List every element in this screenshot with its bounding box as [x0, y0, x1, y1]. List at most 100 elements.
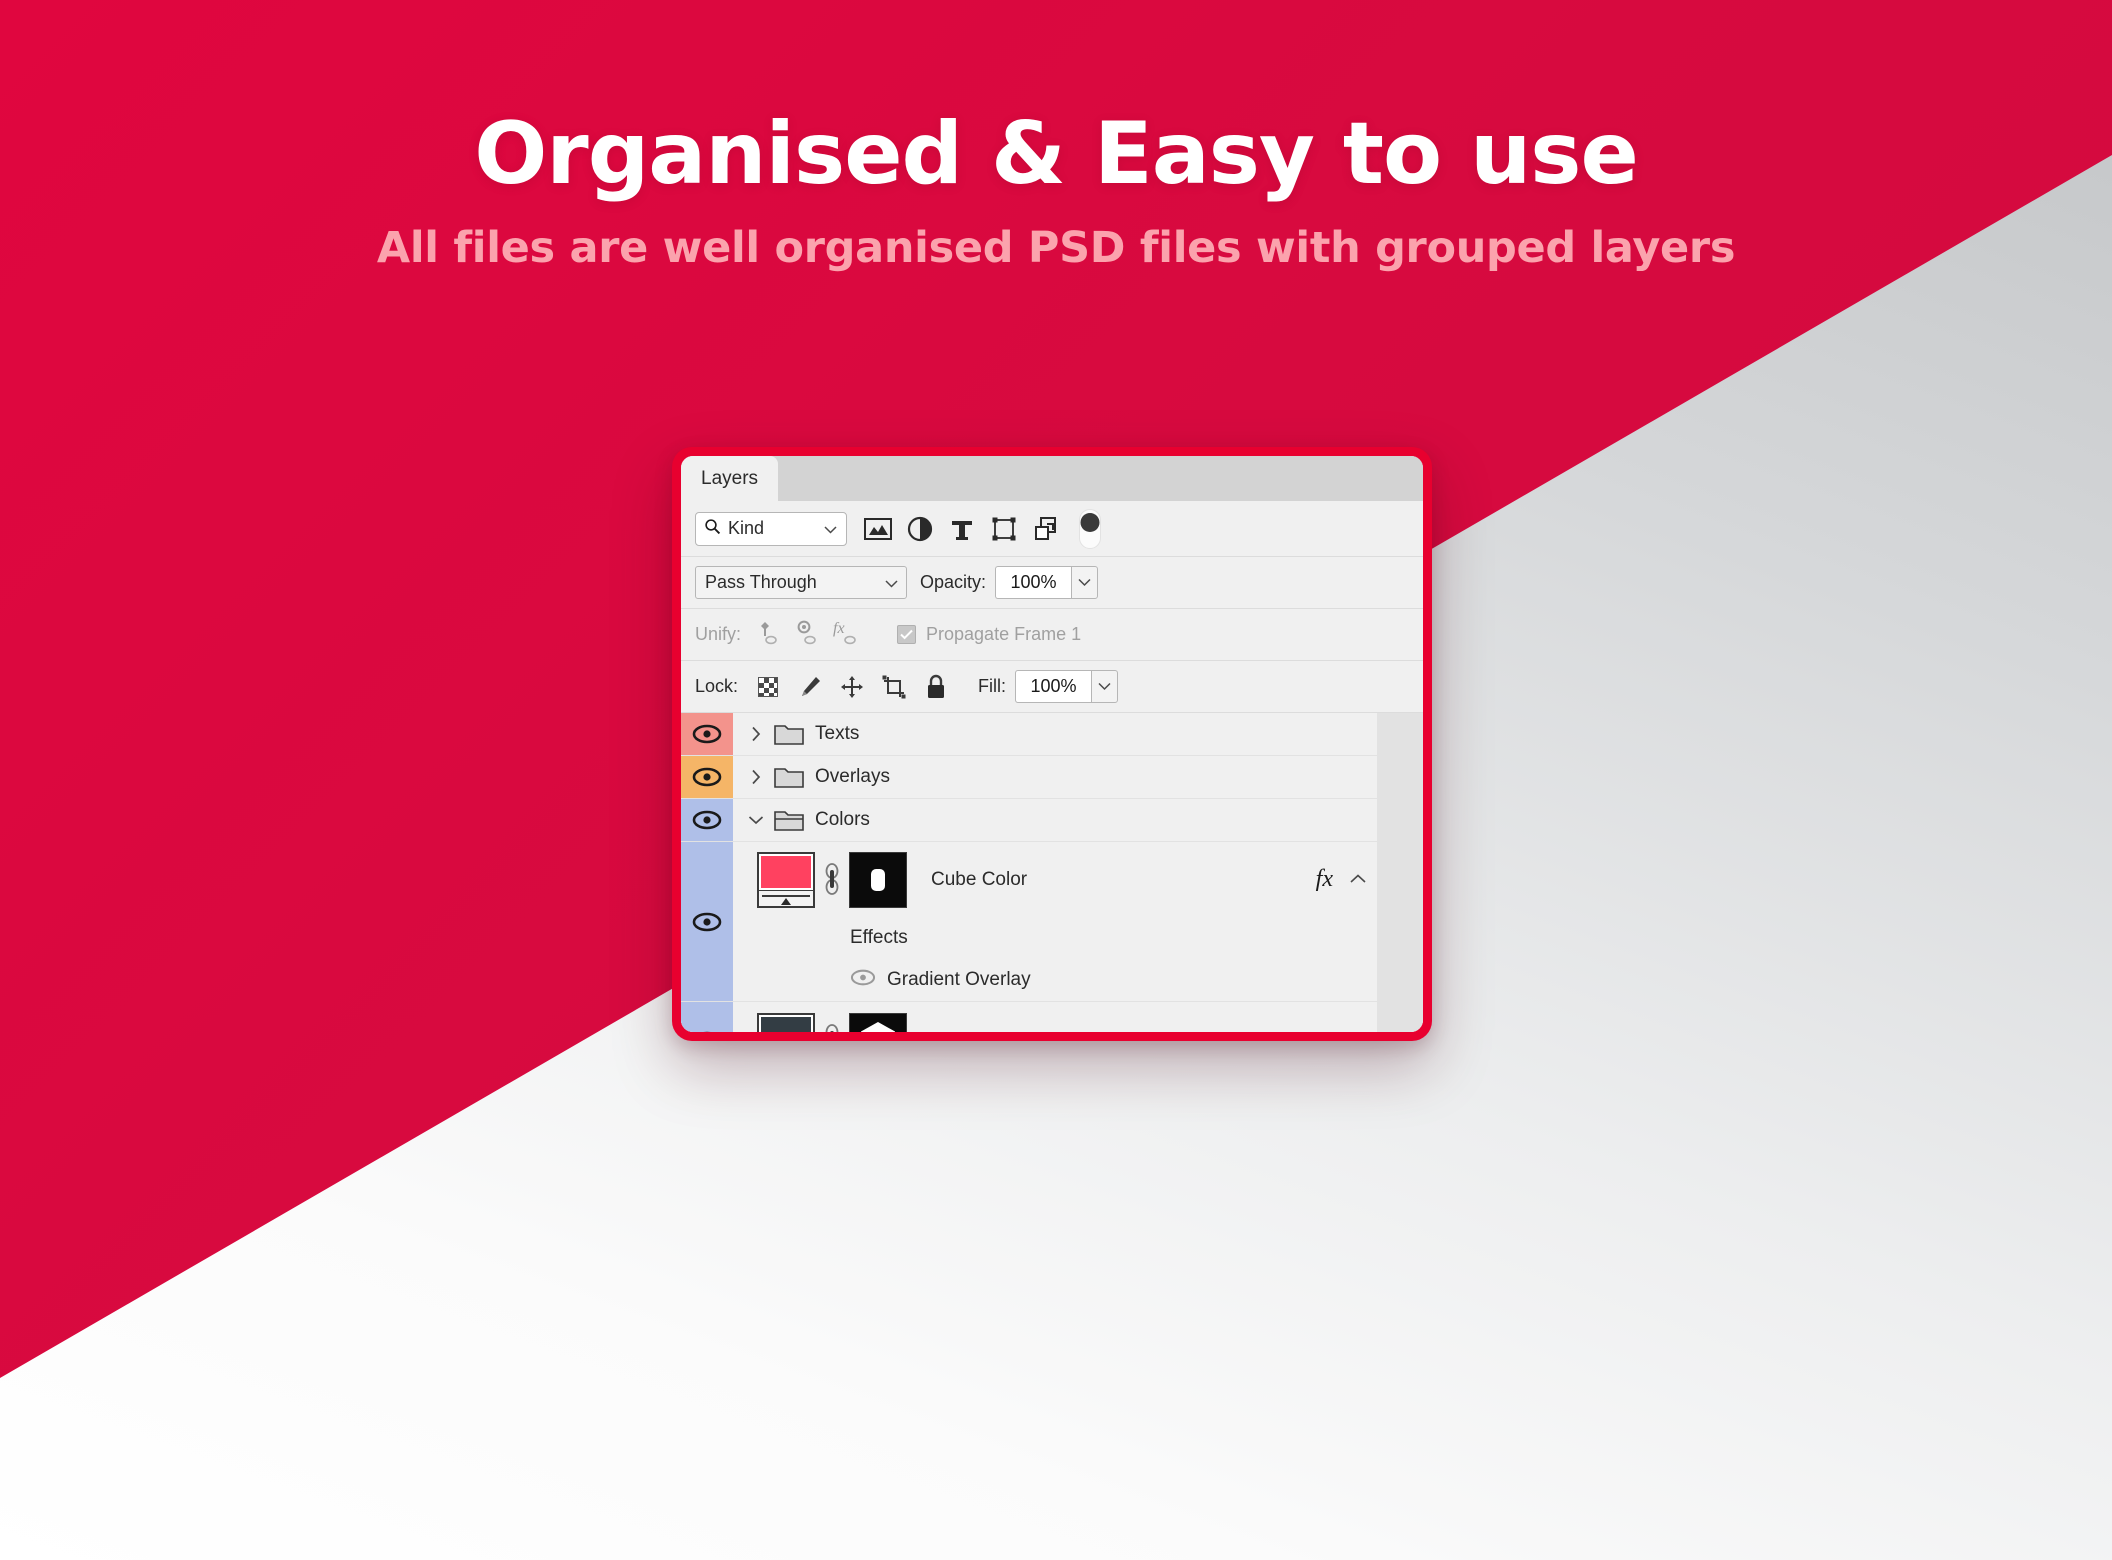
layers-panel: Layers Kind Pass Through Opacity: 100% U…: [672, 447, 1432, 1041]
fill-input[interactable]: 100%: [1015, 670, 1092, 703]
fill-layer-thumbnail[interactable]: [757, 851, 815, 908]
toggle-knob: [1080, 512, 1100, 532]
unify-visibility-icon[interactable]: [791, 620, 823, 650]
layer-filter-row: Kind: [681, 501, 1423, 557]
eye-icon: [692, 810, 722, 830]
unify-row: Unify: fx Propagate Frame 1: [681, 609, 1423, 661]
layer-name: Overlays: [815, 766, 890, 787]
layer-row-overlays[interactable]: Overlays: [681, 756, 1377, 799]
unify-label: Unify:: [695, 624, 742, 644]
layer-color-eye-cell[interactable]: [681, 756, 733, 798]
fill-layer-thumbnail[interactable]: [757, 1013, 815, 1032]
layers-list-area: Texts Overlays Colors Cube Color fx Effe…: [681, 713, 1423, 1032]
chevron-up-icon[interactable]: [1349, 871, 1367, 889]
layers-scrollbar[interactable]: [1377, 713, 1423, 1032]
lock-transparent-pixels-icon[interactable]: [754, 673, 782, 701]
layers-panel-inner: Layers Kind Pass Through Opacity: 100% U…: [681, 456, 1423, 1032]
layer-row-body[interactable]: Cube Color fx: [733, 842, 1377, 917]
fill-stepper[interactable]: [1091, 670, 1119, 703]
eye-icon: [692, 912, 722, 931]
chevron-down-icon: [885, 572, 898, 593]
layer-color-eye-cell[interactable]: [681, 799, 733, 841]
tab-layers[interactable]: Layers: [681, 456, 779, 501]
blend-mode-value: Pass Through: [705, 572, 817, 592]
layer-mask-thumbnail[interactable]: [849, 1013, 907, 1032]
mask-shape: [871, 868, 885, 891]
fx-badge-icon[interactable]: fx: [1316, 866, 1333, 893]
layer-row-cube-color[interactable]: Cube Color fx: [733, 842, 1377, 917]
layer-thumbnails: [757, 1013, 907, 1032]
chevron-down-icon[interactable]: [743, 815, 769, 825]
lock-label: Lock:: [695, 676, 739, 696]
layer-block-body: Cube Color fx Effects Gradient Overlay: [733, 842, 1377, 1001]
layer-thumbnails: [757, 851, 907, 908]
layer-row-backcolor[interactable]: BackColor: [681, 1002, 1377, 1032]
type-layer-filter-icon[interactable]: [941, 511, 983, 547]
unify-style-icon[interactable]: fx: [831, 620, 863, 650]
lock-all-icon[interactable]: [922, 673, 950, 701]
layer-row-colors[interactable]: Colors: [681, 799, 1377, 842]
unify-buttons: fx: [751, 620, 863, 650]
fill-label: Fill:: [978, 676, 1007, 696]
filter-type-buttons: [857, 511, 1067, 547]
layer-name: BackColor: [931, 1030, 1019, 1032]
mask-shape: [861, 1022, 895, 1032]
layer-name: Colors: [815, 809, 870, 830]
layer-color-eye-cell[interactable]: [681, 842, 733, 1001]
layer-color-eye-cell[interactable]: [681, 713, 733, 755]
layer-row-body[interactable]: Colors: [733, 799, 1377, 841]
tabbar-empty-area: [778, 456, 1423, 501]
blend-mode-select[interactable]: Pass Through: [695, 566, 907, 599]
layer-row-body[interactable]: BackColor: [733, 1002, 1377, 1032]
search-icon: [704, 518, 721, 540]
opacity-value: 100%: [1010, 572, 1057, 592]
page-subtitle: All files are well organised PSD files w…: [376, 222, 1736, 273]
layer-row-body[interactable]: Overlays: [733, 756, 1377, 798]
eye-icon: [703, 1031, 711, 1032]
chevron-right-icon[interactable]: [743, 769, 769, 785]
adjustment-layer-filter-icon[interactable]: [899, 511, 941, 547]
gradient-slider-strip: [759, 889, 813, 906]
layer-row-body[interactable]: Texts: [733, 713, 1377, 755]
shape-layer-filter-icon[interactable]: [983, 511, 1025, 547]
propagate-label: Propagate Frame 1: [926, 624, 1082, 644]
eye-icon: [692, 767, 722, 787]
hero-text-block: Organised & Easy to use All files are we…: [0, 108, 2112, 273]
svg-text:fx: fx: [833, 620, 845, 637]
smart-object-filter-icon[interactable]: [1025, 511, 1067, 547]
layer-row-texts[interactable]: Texts: [681, 713, 1377, 756]
lock-image-pixels-icon[interactable]: [796, 673, 824, 701]
unify-position-icon[interactable]: [751, 620, 783, 650]
layers-list: Texts Overlays Colors Cube Color fx Effe…: [681, 713, 1377, 1032]
lock-buttons: [754, 673, 950, 701]
panel-tabbar: Layers: [681, 456, 1423, 501]
lock-position-icon[interactable]: [838, 673, 866, 701]
pixel-layer-filter-icon[interactable]: [857, 511, 899, 547]
fill-value: 100%: [1030, 676, 1077, 696]
lock-artboard-icon[interactable]: [880, 673, 908, 701]
tab-layers-label: Layers: [701, 467, 759, 489]
opacity-input[interactable]: 100%: [995, 566, 1072, 599]
eye-icon[interactable]: [850, 969, 876, 991]
layer-color-eye-cell[interactable]: [681, 1002, 733, 1032]
effect-row-gradient-overlay[interactable]: Gradient Overlay: [733, 959, 1377, 1001]
layer-name: Cube Color: [931, 868, 1028, 890]
chevron-right-icon[interactable]: [743, 726, 769, 742]
filter-enable-toggle[interactable]: [1079, 508, 1101, 549]
blend-mode-row: Pass Through Opacity: 100%: [681, 557, 1423, 609]
propagate-checkbox[interactable]: [897, 625, 917, 644]
opacity-stepper[interactable]: [1071, 566, 1099, 599]
chevron-down-icon: [824, 518, 837, 539]
filter-kind-select[interactable]: Kind: [695, 511, 847, 546]
effects-header-row[interactable]: Effects: [733, 917, 1377, 959]
link-mask-icon[interactable]: [824, 1021, 840, 1032]
filter-kind-value: Kind: [728, 518, 765, 538]
opacity-label: Opacity:: [920, 572, 987, 592]
link-mask-icon[interactable]: [824, 860, 840, 900]
layer-mask-thumbnail[interactable]: [849, 851, 907, 908]
layer-block-cube-color: Cube Color fx Effects Gradient Overlay: [681, 842, 1377, 1002]
propagate-frame-control[interactable]: Propagate Frame 1: [897, 624, 1081, 645]
lock-row: Lock: Fill: 100%: [681, 661, 1423, 713]
fill-color-swatch: [761, 1017, 811, 1032]
effects-label: Effects: [850, 927, 908, 948]
